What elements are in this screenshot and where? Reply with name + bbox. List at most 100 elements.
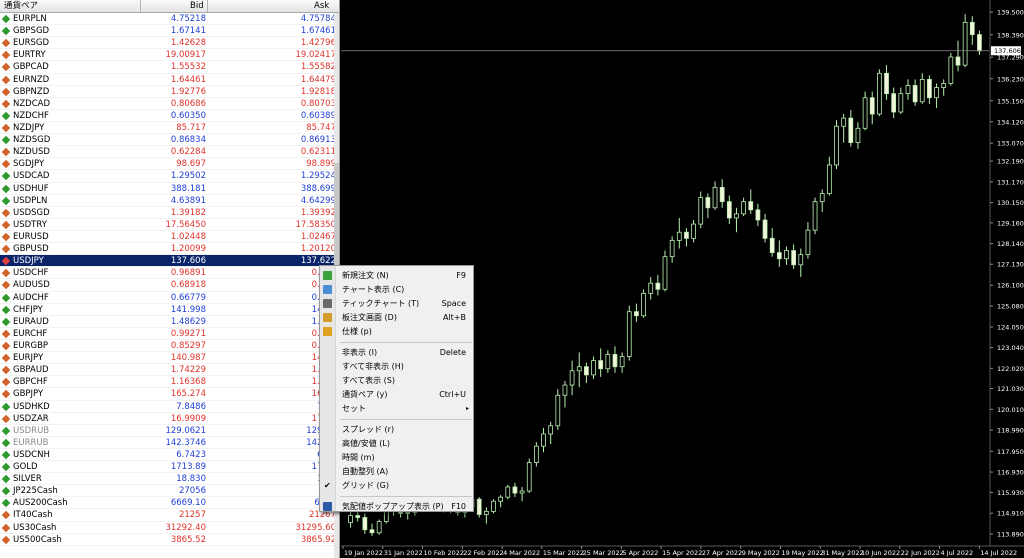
- symbol-row[interactable]: GBPUSD 1.20099 1.20120: [0, 243, 339, 256]
- symbol-row[interactable]: USDTRY 17.56450 17.58350: [0, 219, 339, 231]
- menu-item[interactable]: 非表示 (I) Delete: [320, 346, 475, 359]
- symbol-row[interactable]: EURTRY 19.00917 19.02417: [0, 49, 339, 62]
- symbol-row[interactable]: USDCNH6.74236.74: [0, 449, 339, 462]
- symbol-name: USDPLN: [13, 195, 48, 206]
- symbol-row[interactable]: CHFJPY141.998142.0: [0, 304, 339, 316]
- symbol-row[interactable]: GBPNZD 1.92776 1.92818: [0, 86, 339, 98]
- price-tick-label: 120.010: [997, 406, 1024, 414]
- depth-of-market-icon: [323, 313, 332, 322]
- menu-item[interactable]: 板注文画面 (D) Alt+B: [320, 311, 475, 324]
- symbol-row[interactable]: AUDCHF0.667790.668: [0, 292, 339, 304]
- symbol-row[interactable]: USDCAD 1.29502 1.29524: [0, 170, 339, 183]
- menu-item-shortcut: Alt+B: [442, 313, 466, 322]
- symbol-row[interactable]: IT40Cash 21257 21267: [0, 509, 339, 522]
- candle-body: [812, 201, 818, 231]
- symbol-row[interactable]: JP225Cash27056270: [0, 485, 339, 498]
- symbol-row[interactable]: GOLD1713.891714.: [0, 461, 339, 474]
- symbol-name: NZDSGD: [13, 135, 51, 146]
- symbol-row[interactable]: NZDCHF 0.60350 0.60389: [0, 110, 339, 122]
- symbol-row[interactable]: GBPCHF1.163681.164: [0, 376, 339, 389]
- symbol-row[interactable]: USDPLN 4.63891 4.64299: [0, 195, 339, 207]
- menu-item-label: 時間 (m): [342, 453, 375, 462]
- price-tick-label: 117.950: [997, 448, 1024, 456]
- symbol-name: AUDCHF: [13, 292, 49, 303]
- ask-price: 19.02417: [295, 50, 336, 61]
- ask-price: 0.62311: [300, 147, 336, 158]
- symbol-row[interactable]: USDJPY 137.606 137.622: [0, 255, 339, 268]
- column-header-ask[interactable]: Ask: [314, 0, 329, 12]
- symbol-row[interactable]: EURAUD1.486291.486: [0, 316, 339, 328]
- symbol-row[interactable]: GBPJPY165.274165.3: [0, 388, 339, 401]
- menu-item[interactable]: 新規注文 (N) F9: [320, 269, 475, 282]
- symbol-row[interactable]: GBPSGD 1.67141 1.67461: [0, 25, 339, 38]
- candle-body: [548, 425, 554, 435]
- symbol-name: GBPCHF: [13, 377, 48, 388]
- price-tick-label: 129.160: [997, 219, 1024, 227]
- bid-price: 6669.10: [170, 498, 206, 509]
- symbol-row[interactable]: AUDUSD0.689180.689: [0, 279, 339, 292]
- symbol-row[interactable]: EURUSD 1.02448 1.02467: [0, 231, 339, 244]
- symbol-row[interactable]: US500Cash 3865.52 3865.92: [0, 534, 339, 546]
- price-up-icon: [1, 499, 11, 508]
- symbol-row[interactable]: USDRUB129.0621129.06: [0, 425, 339, 437]
- menu-item[interactable]: すべて非表示 (H): [320, 360, 475, 373]
- symbol-row[interactable]: SILVER18.83018.8: [0, 473, 339, 486]
- price-down-icon: [1, 63, 11, 72]
- symbol-row[interactable]: US30Cash 31292.40 31295.60: [0, 522, 339, 534]
- symbol-row[interactable]: GBPAUD1.742291.742: [0, 364, 339, 377]
- symbol-row[interactable]: USDCHF0.968910.969: [0, 267, 339, 280]
- symbol-row[interactable]: NZDUSD 0.62284 0.62311: [0, 146, 339, 159]
- menu-item[interactable]: 自動整列 (A): [320, 465, 475, 478]
- price-tick-label: 118.990: [997, 427, 1024, 435]
- menu-item-label: 新規注文 (N): [342, 271, 389, 280]
- symbol-row[interactable]: USDZAR16.990917.00: [0, 413, 339, 425]
- candle-body: [862, 97, 868, 129]
- symbol-row[interactable]: NZDJPY 85.717 85.747: [0, 122, 339, 135]
- symbol-row[interactable]: GBPCAD 1.55532 1.55582: [0, 61, 339, 74]
- menu-item[interactable]: チャート表示 (C): [320, 283, 475, 296]
- symbol-row[interactable]: EURCHF0.992710.992: [0, 328, 339, 340]
- symbol-row[interactable]: USDHUF 388.181 388.699: [0, 183, 339, 195]
- bid-price: 3865.52: [170, 534, 206, 545]
- symbol-row[interactable]: EURPLN 4.75218 4.75784: [0, 13, 339, 26]
- current-price-label: 137.606: [994, 47, 1021, 55]
- price-tick-label: 121.030: [997, 385, 1024, 393]
- symbol-name: GOLD: [13, 462, 38, 473]
- menu-item[interactable]: 仕様 (p): [320, 325, 475, 338]
- symbol-name: US30Cash: [13, 522, 57, 533]
- price-up-icon: [1, 450, 11, 460]
- menu-separator: [340, 419, 472, 420]
- price-tick-label: 123.040: [997, 344, 1024, 352]
- column-header-bid[interactable]: Bid: [190, 0, 204, 12]
- market-watch-panel: 通貨ペア Bid Ask EURPLN 4.75218 4.75784 GBPSGD 1…: [0, 0, 340, 558]
- symbol-row[interactable]: NZDSGD 0.86834 0.86913: [0, 134, 339, 147]
- symbol-row[interactable]: EURJPY140.987141.0: [0, 352, 339, 365]
- menu-item[interactable]: 気配値ポップアップ表示 (P) F10: [320, 500, 475, 513]
- symbol-row[interactable]: SGDJPY 98.697 98.899: [0, 158, 339, 171]
- menu-item[interactable]: 時間 (m): [320, 451, 475, 464]
- column-header-symbol[interactable]: 通貨ペア: [4, 0, 38, 12]
- symbol-name: EURAUD: [13, 316, 49, 327]
- symbol-row[interactable]: EURNZD 1.64461 1.64479: [0, 74, 339, 86]
- menu-item-label: グリッド (G): [342, 481, 389, 490]
- menu-item[interactable]: 高値/安値 (L): [320, 437, 475, 450]
- symbol-row[interactable]: NZDCAD 0.80686 0.80703: [0, 98, 339, 110]
- symbol-row[interactable]: USDHKD7.84867.85: [0, 401, 339, 413]
- menu-item[interactable]: 通貨ペア (y) Ctrl+U: [320, 388, 475, 401]
- symbol-row[interactable]: USDSGD 1.39182 1.39392: [0, 207, 339, 219]
- menu-item[interactable]: すべて表示 (S): [320, 374, 475, 387]
- symbol-row[interactable]: EURGBP0.852970.853: [0, 340, 339, 353]
- menu-item[interactable]: スプレッド (r): [320, 423, 475, 436]
- menu-item[interactable]: ✔ グリッド (G): [320, 479, 475, 492]
- context-menu: 新規注文 (N) F9 チャート表示 (C) ティックチャート (T) Space 板注文…: [319, 265, 474, 512]
- bid-price: 1.64461: [170, 74, 206, 85]
- symbol-row[interactable]: EURSGD 1.42628 1.42796: [0, 37, 339, 50]
- menu-item[interactable]: ティックチャート (T) Space: [320, 297, 475, 310]
- menu-item-label: 通貨ペア (y): [342, 390, 388, 399]
- symbol-row[interactable]: EURRUB142.3746142.37: [0, 437, 339, 449]
- price-up-icon: [1, 462, 11, 472]
- price-down-icon: [1, 160, 11, 169]
- menu-separator: [340, 496, 472, 497]
- menu-item[interactable]: セット ▸: [320, 402, 475, 415]
- symbol-row[interactable]: AUS200Cash6669.106674: [0, 497, 339, 510]
